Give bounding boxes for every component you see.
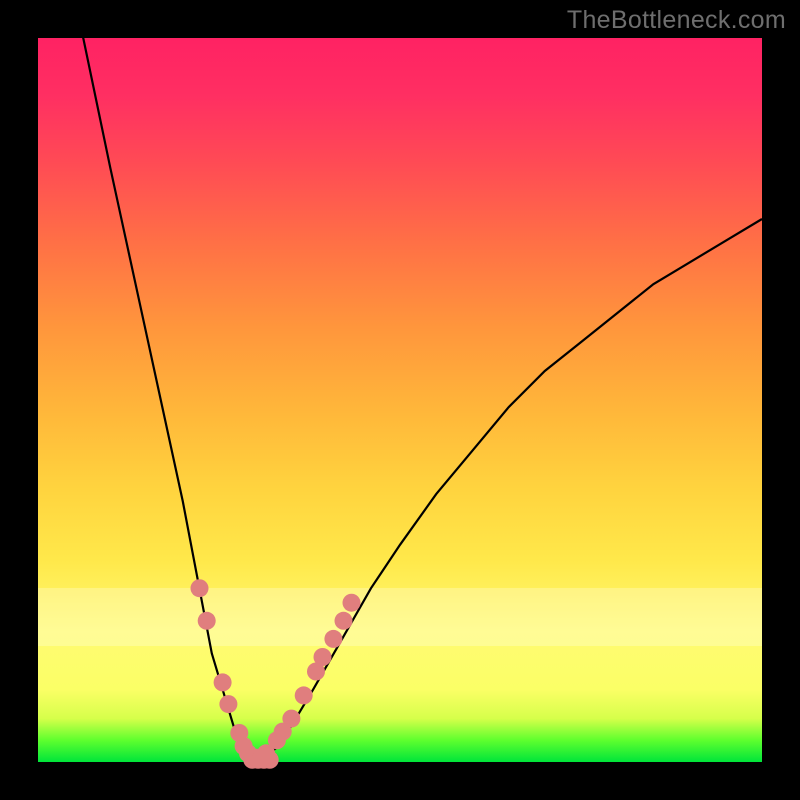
data-dot bbox=[191, 579, 209, 597]
data-dots bbox=[191, 579, 361, 769]
chart-svg bbox=[38, 38, 762, 762]
watermark-text: TheBottleneck.com bbox=[567, 6, 786, 35]
data-dot bbox=[214, 673, 232, 691]
data-dot bbox=[295, 686, 313, 704]
data-dot bbox=[282, 710, 300, 728]
data-dot bbox=[219, 695, 237, 713]
data-dot bbox=[324, 630, 342, 648]
plot-area bbox=[38, 38, 762, 762]
data-dot bbox=[335, 612, 353, 630]
bottleneck-curve bbox=[38, 0, 762, 762]
data-dot bbox=[198, 612, 216, 630]
data-dot bbox=[314, 648, 332, 666]
data-dot bbox=[343, 594, 361, 612]
outer-frame: TheBottleneck.com bbox=[0, 0, 800, 800]
